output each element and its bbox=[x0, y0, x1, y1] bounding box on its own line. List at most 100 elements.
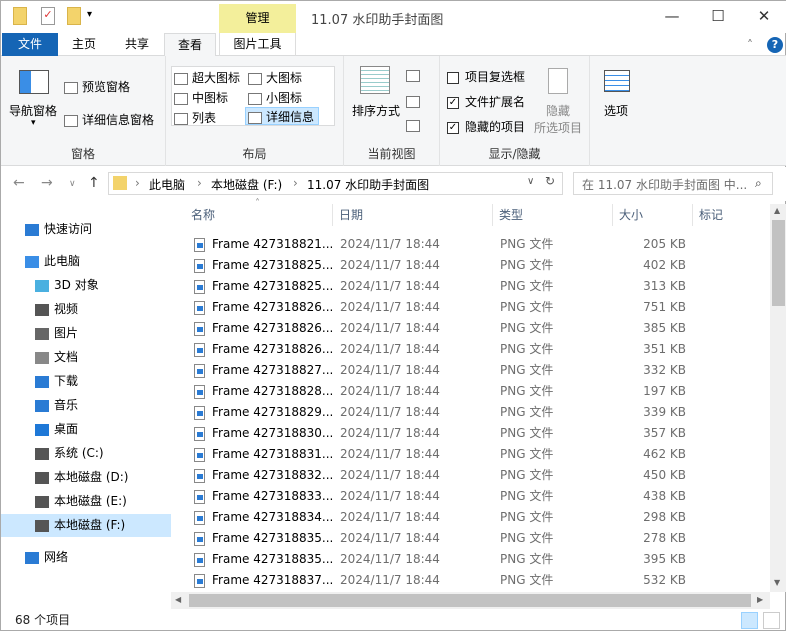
size-columns-icon[interactable] bbox=[406, 118, 424, 132]
customize-toolbar-icon[interactable]: ▾ bbox=[87, 9, 92, 20]
help-icon[interactable]: ? bbox=[767, 37, 783, 53]
file-name: Frame 427318827... bbox=[212, 363, 334, 377]
scroll-thumb[interactable] bbox=[189, 594, 751, 607]
sidebar-item[interactable]: 3D 对象 bbox=[1, 274, 171, 297]
file-row[interactable]: Frame 427318821... 2024/11/7 18:44 PNG 文… bbox=[191, 234, 766, 255]
breadcrumb-current-folder[interactable]: 11.07 水印助手封面图 bbox=[307, 176, 429, 193]
recent-locations-icon[interactable]: ∨ bbox=[69, 179, 76, 189]
file-row[interactable]: Frame 427318825... 2024/11/7 18:44 PNG 文… bbox=[191, 255, 766, 276]
column-tags[interactable]: 标记 bbox=[693, 204, 773, 226]
sidebar-item[interactable]: 本地磁盘 (E:) bbox=[1, 490, 171, 513]
file-row[interactable]: Frame 427318825... 2024/11/7 18:44 PNG 文… bbox=[191, 276, 766, 297]
file-size: 532 KB bbox=[643, 573, 686, 587]
layout-list[interactable]: 列表 bbox=[174, 109, 216, 126]
checkbox[interactable]: ✓ bbox=[447, 121, 459, 134]
new-folder-icon[interactable] bbox=[67, 7, 81, 25]
layout-medium-icons[interactable]: 中图标 bbox=[174, 89, 228, 106]
sidebar-item-label: 下载 bbox=[54, 374, 79, 388]
sidebar-item[interactable]: 本地磁盘 (D:) bbox=[1, 466, 171, 489]
file-row[interactable]: Frame 427318828... 2024/11/7 18:44 PNG 文… bbox=[191, 381, 766, 402]
group-by-icon[interactable] bbox=[406, 68, 424, 82]
column-date[interactable]: 日期 bbox=[333, 204, 493, 226]
sidebar-item-label: 3D 对象 bbox=[54, 278, 99, 292]
scroll-thumb[interactable] bbox=[772, 220, 785, 306]
address-dropdown-icon[interactable]: ∨ bbox=[527, 176, 534, 187]
refresh-icon[interactable]: ↻ bbox=[545, 174, 555, 188]
navigation-pane-button[interactable]: 导航窗格 bbox=[9, 102, 57, 119]
checkbox[interactable] bbox=[447, 71, 459, 84]
tab-home[interactable]: 主页 bbox=[58, 33, 110, 56]
file-row[interactable]: Frame 427318829... 2024/11/7 18:44 PNG 文… bbox=[191, 402, 766, 423]
scroll-up-icon[interactable]: ▲ bbox=[774, 206, 780, 215]
sort-by-button[interactable]: 排序方式 bbox=[352, 102, 400, 119]
file-date: 2024/11/7 18:44 bbox=[340, 300, 440, 314]
back-button[interactable]: ← bbox=[13, 175, 25, 191]
file-row[interactable]: Frame 427318830... 2024/11/7 18:44 PNG 文… bbox=[191, 423, 766, 444]
file-row[interactable]: Frame 427318826... 2024/11/7 18:44 PNG 文… bbox=[191, 339, 766, 360]
options-button[interactable]: 选项 bbox=[604, 102, 628, 119]
tab-file[interactable]: 文件 bbox=[2, 33, 58, 56]
scroll-down-icon[interactable]: ▼ bbox=[774, 578, 780, 587]
column-type[interactable]: 类型 bbox=[493, 204, 613, 226]
maximize-button[interactable]: ☐ bbox=[695, 1, 741, 33]
hide-selected-button[interactable]: 隐藏 bbox=[546, 102, 570, 119]
horizontal-scrollbar[interactable]: ◀ ▶ bbox=[171, 592, 770, 609]
up-button[interactable]: ↑ bbox=[88, 175, 100, 191]
tab-view[interactable]: 查看 bbox=[164, 33, 216, 57]
vertical-scrollbar[interactable]: ▲ ▼ bbox=[770, 204, 786, 592]
context-tab-manage[interactable]: 管理 bbox=[219, 4, 296, 33]
sidebar-item[interactable]: 桌面 bbox=[1, 418, 171, 441]
sidebar-item[interactable]: 图片 bbox=[1, 322, 171, 345]
minimize-button[interactable]: — bbox=[649, 1, 695, 33]
file-row[interactable]: Frame 427318835... 2024/11/7 18:44 PNG 文… bbox=[191, 549, 766, 570]
options-icon bbox=[604, 70, 630, 92]
file-row[interactable]: Frame 427318834... 2024/11/7 18:44 PNG 文… bbox=[191, 507, 766, 528]
checkbox[interactable]: ✓ bbox=[447, 96, 459, 109]
sidebar-item[interactable]: 视频 bbox=[1, 298, 171, 321]
layout-small-icons[interactable]: 小图标 bbox=[248, 89, 302, 106]
file-row[interactable]: Frame 427318832... 2024/11/7 18:44 PNG 文… bbox=[191, 465, 766, 486]
sidebar-item[interactable]: 本地磁盘 (F:) bbox=[1, 514, 171, 537]
scroll-left-icon[interactable]: ◀ bbox=[175, 595, 181, 604]
details-view-button[interactable] bbox=[741, 612, 758, 629]
sidebar-item[interactable]: 网络 bbox=[1, 546, 171, 569]
item-checkboxes-toggle[interactable]: 项目复选框 bbox=[447, 68, 525, 85]
file-row[interactable]: Frame 427318835... 2024/11/7 18:44 PNG 文… bbox=[191, 528, 766, 549]
file-extensions-toggle[interactable]: ✓ 文件扩展名 bbox=[447, 93, 525, 110]
breadcrumb-this-pc[interactable]: 此电脑 bbox=[149, 176, 185, 193]
sidebar-item[interactable]: 音乐 bbox=[1, 394, 171, 417]
file-row[interactable]: Frame 427318827... 2024/11/7 18:44 PNG 文… bbox=[191, 360, 766, 381]
add-columns-icon[interactable] bbox=[406, 94, 424, 108]
breadcrumb-drive-f[interactable]: 本地磁盘 (F:) bbox=[211, 176, 282, 193]
close-button[interactable]: ✕ bbox=[741, 1, 786, 33]
tab-share[interactable]: 共享 bbox=[110, 33, 164, 56]
file-row[interactable]: Frame 427318826... 2024/11/7 18:44 PNG 文… bbox=[191, 318, 766, 339]
file-row[interactable]: Frame 427318833... 2024/11/7 18:44 PNG 文… bbox=[191, 486, 766, 507]
column-name[interactable]: 名称 bbox=[185, 204, 333, 226]
file-date: 2024/11/7 18:44 bbox=[340, 342, 440, 356]
address-bar[interactable]: › 此电脑 › 本地磁盘 (F:) › 11.07 水印助手封面图 ∨ ↻ bbox=[108, 172, 563, 195]
column-size[interactable]: 大小 bbox=[613, 204, 693, 226]
collapse-ribbon-icon[interactable]: ˄ bbox=[747, 38, 753, 52]
forward-button[interactable]: → bbox=[41, 175, 53, 191]
details-pane-button[interactable]: 详细信息窗格 bbox=[64, 111, 154, 128]
properties-icon[interactable]: ✓ bbox=[41, 7, 55, 25]
layout-details[interactable]: 详细信息 bbox=[245, 107, 319, 125]
sidebar-item[interactable]: 系统 (C:) bbox=[1, 442, 171, 465]
file-type: PNG 文件 bbox=[500, 531, 554, 545]
tab-picture-tools[interactable]: 图片工具 bbox=[219, 33, 296, 56]
file-row[interactable]: Frame 427318831... 2024/11/7 18:44 PNG 文… bbox=[191, 444, 766, 465]
scroll-right-icon[interactable]: ▶ bbox=[757, 595, 763, 604]
hidden-items-toggle[interactable]: ✓ 隐藏的项目 bbox=[447, 118, 525, 135]
layout-large-icons[interactable]: 大图标 bbox=[248, 69, 302, 86]
sidebar-item[interactable]: 文档 bbox=[1, 346, 171, 369]
file-row[interactable]: Frame 427318826... 2024/11/7 18:44 PNG 文… bbox=[191, 297, 766, 318]
large-icons-view-button[interactable] bbox=[763, 612, 780, 629]
layout-extra-large-icons[interactable]: 超大图标 bbox=[174, 69, 240, 86]
preview-pane-button[interactable]: 预览窗格 bbox=[64, 78, 130, 95]
sidebar-item[interactable]: 此电脑 bbox=[1, 250, 171, 273]
sidebar-item[interactable]: 下载 bbox=[1, 370, 171, 393]
sidebar-item[interactable]: 快速访问 bbox=[1, 218, 171, 241]
file-row[interactable]: Frame 427318837... 2024/11/7 18:44 PNG 文… bbox=[191, 570, 766, 591]
search-input[interactable]: 在 11.07 水印助手封面图 中... bbox=[573, 172, 773, 195]
